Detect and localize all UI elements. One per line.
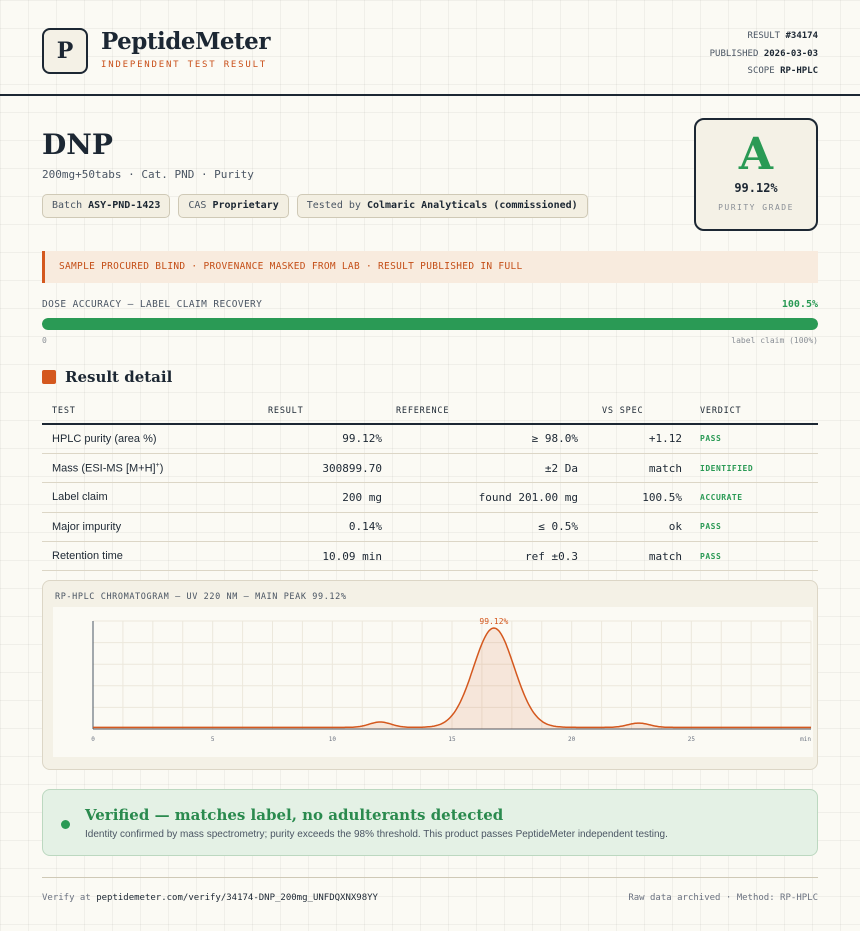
dose-progress-track: [42, 318, 818, 330]
tested-label: Tested by: [306, 200, 361, 211]
cas-chip: CAS Proprietary: [178, 194, 289, 218]
published-label: PUBLISHED: [709, 48, 759, 59]
cell-result: 300899.70: [260, 453, 382, 484]
verified-text: Identity confirmed by mass spectrometry;…: [85, 829, 668, 840]
cell-result: 0.14%: [260, 512, 382, 543]
col-reference: REFERENCE: [382, 398, 578, 425]
cas-value: Proprietary: [212, 200, 279, 211]
result-label: RESULT: [747, 31, 781, 41]
chromatogram-panel: RP-HPLC CHROMATOGRAM — UV 220 NM — MAIN …: [42, 580, 818, 770]
page-header: P PeptideMeter INDEPENDENT TEST RESULT R…: [0, 0, 860, 96]
cell-reference: ±2 Da: [382, 453, 578, 484]
procurement-notice: SAMPLE PROCURED BLIND · PROVENANCE MASKE…: [42, 251, 818, 283]
table-row: Mass (ESI-MS [M+H]+) 300899.70 ±2 Da match I…: [42, 453, 818, 484]
grade-value: 99.12%: [734, 181, 778, 195]
x-tick-label: 20: [568, 736, 576, 743]
cell-verdict: IDENTIFIED: [682, 453, 818, 484]
col-test: TEST: [42, 398, 260, 425]
cell-vs-spec: ok: [578, 512, 682, 543]
cell-vs-spec: match: [578, 541, 682, 572]
col-result: RESULT: [260, 398, 382, 425]
cas-label: CAS: [188, 200, 207, 211]
x-tick-label: 10: [329, 736, 337, 743]
cell-verdict: PASS: [682, 424, 818, 454]
table-row: HPLC purity (area %) 99.12% ≥ 98.0% +1.12 PA…: [42, 424, 818, 454]
verify-prefix: Verify at: [42, 893, 91, 903]
col-verdict: VERDICT: [682, 398, 818, 425]
batch-label: Batch: [52, 200, 83, 211]
dose-min-label: 0: [42, 336, 47, 345]
cell-verdict: PASS: [682, 541, 818, 572]
dose-value: 100.5%: [781, 299, 818, 310]
chromatogram-plot: 99.12% 0 5 10 15 20 25 min: [53, 607, 813, 757]
cell-verdict: ACCURATE: [682, 482, 818, 513]
verify-link[interactable]: peptidemeter.com/verify/34174-DNP_200mg_…: [96, 893, 378, 903]
dose-progress-fill: [42, 318, 818, 330]
cell-test: Mass (ESI-MS [M+H]+): [42, 453, 260, 484]
published-date: 2026-03-03: [763, 48, 818, 59]
brand-name: PeptideMeter: [101, 28, 270, 55]
x-tick-label: min: [800, 736, 811, 743]
cell-test: Major impurity: [42, 512, 260, 543]
footer-divider: [42, 877, 818, 878]
product-name: DNP: [42, 128, 113, 161]
scope-value: RP-HPLC: [780, 66, 818, 76]
table-header-row: TEST RESULT REFERENCE VS SPEC VERDICT: [42, 398, 818, 425]
cell-result: 99.12%: [260, 424, 382, 454]
cell-reference: ref ±0.3: [382, 541, 578, 572]
product-chips: Batch ASY-PND-1423 CAS Proprietary Teste…: [42, 194, 588, 218]
col-vs-spec: VS SPEC: [578, 398, 682, 425]
footer-verify: Verify at peptidemeter.com/verify/34174-…: [42, 893, 378, 903]
grade-label: PURITY GRADE: [718, 203, 794, 212]
x-tick-label: 0: [91, 736, 95, 743]
cell-test: Retention time: [42, 541, 260, 572]
cell-result: 200 mg: [260, 482, 382, 513]
batch-chip: Batch ASY-PND-1423: [42, 194, 171, 218]
cell-verdict: PASS: [682, 512, 818, 543]
section-title: Result detail: [65, 368, 173, 386]
cell-test: Label claim: [42, 482, 260, 513]
scope-label: SCOPE: [747, 66, 775, 76]
cell-vs-spec: +1.12: [578, 424, 682, 454]
batch-value: ASY-PND-1423: [88, 200, 161, 211]
x-tick-label: 5: [211, 736, 215, 743]
verified-title: Verified — matches label, no adulterants…: [85, 806, 504, 824]
brand-logo: P: [42, 28, 88, 74]
x-tick-label: 25: [688, 736, 696, 743]
verified-banner: Verified — matches label, no adulterants…: [42, 789, 818, 856]
table-row: Retention time 10.09 min ref ±0.3 match PASS: [42, 541, 818, 572]
tested-value: Colmaric Analyticals (commissioned): [366, 200, 578, 211]
chromatogram-title: RP-HPLC CHROMATOGRAM — UV 220 NM — MAIN …: [55, 592, 347, 602]
cell-reference: ≥ 98.0%: [382, 424, 578, 454]
verified-dot-icon: [61, 820, 70, 829]
cell-test: HPLC purity (area %): [42, 424, 260, 454]
table-row: Label claim 200 mg found 201.00 mg 100.5% AC…: [42, 482, 818, 513]
dose-label: DOSE ACCURACY — LABEL CLAIM RECOVERY: [42, 299, 263, 310]
result-id: #34174: [785, 31, 818, 41]
results-table: TEST RESULT REFERENCE VS SPEC VERDICT HP…: [42, 398, 818, 572]
cell-result: 10.09 min: [260, 541, 382, 572]
main-peak-label: 99.12%: [479, 617, 508, 626]
x-tick-label: 15: [448, 736, 456, 743]
brand-subtitle: INDEPENDENT TEST RESULT: [101, 60, 268, 70]
product-subtitle: 200mg+50tabs · Cat. PND · Purity: [42, 168, 254, 181]
cell-vs-spec: match: [578, 453, 682, 484]
cell-reference: ≤ 0.5%: [382, 512, 578, 543]
footer-method: Raw data archived · Method: RP-HPLC: [628, 893, 818, 903]
result-meta: RESULT #34174 PUBLISHED 2026-03-03 SCOPE…: [710, 28, 818, 81]
tested-by-chip: Tested by Colmaric Analyticals (commissi…: [296, 194, 588, 218]
grade-letter: A: [738, 129, 774, 180]
table-row: Major impurity 0.14% ≤ 0.5% ok PASS: [42, 512, 818, 543]
chromatogram-svg: 99.12% 0 5 10 15 20 25 min: [91, 617, 812, 743]
cell-vs-spec: 100.5%: [578, 482, 682, 513]
dose-max-label: label claim (100%): [731, 336, 818, 345]
cell-reference: found 201.00 mg: [382, 482, 578, 513]
purity-grade-card: A 99.12% PURITY GRADE: [694, 118, 818, 231]
section-marker: [42, 370, 56, 384]
